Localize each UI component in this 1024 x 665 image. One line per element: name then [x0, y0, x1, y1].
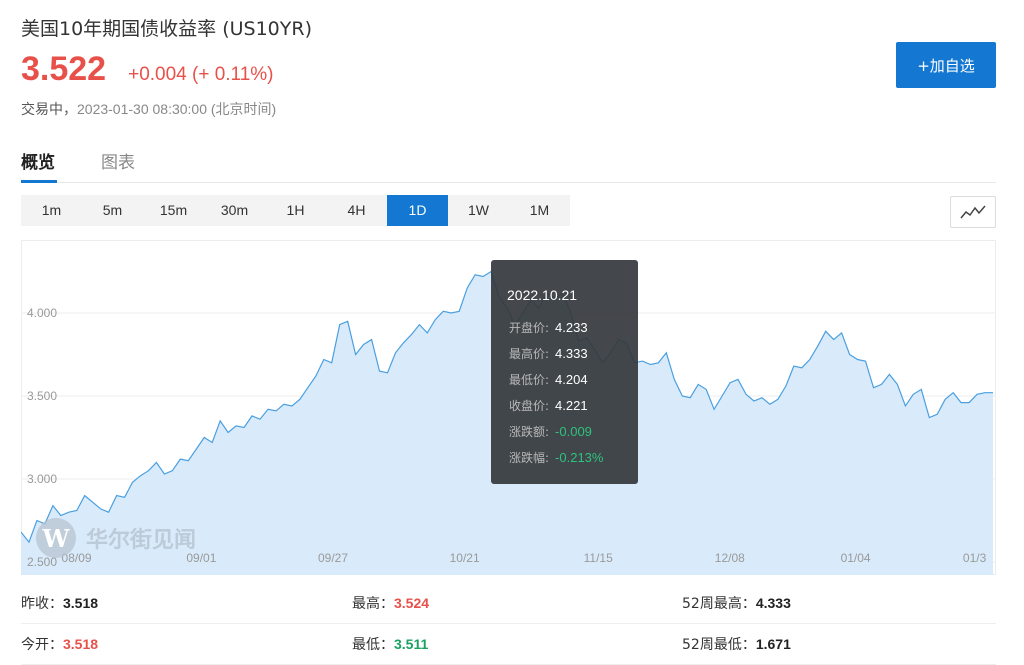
stat-value: 4.333 — [755, 595, 791, 611]
tooltip-label: 开盘价: — [509, 321, 550, 335]
stats-table: 昨收：3.518 最高：3.524 52周最高：4.333 今开：3.518 最… — [21, 583, 996, 665]
period-1m[interactable]: 1m — [21, 195, 82, 226]
x-tick-label: 11/15 — [584, 551, 613, 565]
tab-chart[interactable]: 图表 — [101, 148, 135, 173]
period-1mo[interactable]: 1M — [509, 195, 570, 226]
tooltip-label: 收盘价: — [509, 399, 550, 413]
tooltip-value: 4.221 — [555, 398, 588, 413]
stat-label: 最低： — [352, 637, 394, 653]
tab-bar: 概览 图表 — [21, 146, 996, 183]
tooltip-row-close: 收盘价: 4.221 — [509, 397, 588, 414]
active-tab-indicator — [21, 180, 57, 183]
status-label: 交易中， — [21, 102, 77, 118]
period-1d[interactable]: 1D — [387, 195, 448, 226]
stats-row: 昨收：3.518 最高：3.524 52周最高：4.333 — [21, 583, 996, 624]
stat-value: 3.511 — [394, 636, 429, 652]
price-change: +0.004 (+ 0.11%) — [128, 64, 274, 85]
status-time: 2023-01-30 08:30:00 (北京时间) — [77, 101, 277, 117]
tooltip-row-change: 涨跌额: -0.009 — [509, 423, 592, 440]
stat-value: 3.524 — [394, 595, 430, 611]
stat-low: 最低：3.511 — [352, 634, 428, 654]
chart-type-button[interactable] — [950, 196, 996, 228]
chart-tooltip: 2022.10.21 开盘价: 4.233 最高价: 4.333 最低价: 4.204… — [491, 260, 638, 484]
stat-open: 今开：3.518 — [21, 634, 98, 654]
page-title: 美国10年期国债收益率 (US10YR) — [21, 18, 312, 40]
tooltip-value: 4.233 — [555, 320, 588, 335]
x-tick-label: 10/21 — [450, 551, 480, 565]
period-1w[interactable]: 1W — [448, 195, 509, 226]
stat-label: 52周最低： — [682, 637, 756, 653]
tooltip-value: -0.213% — [555, 450, 604, 465]
watermark: W 华尔街见闻 — [34, 516, 196, 560]
stat-value: 1.671 — [755, 636, 791, 652]
stat-label: 最高： — [352, 596, 394, 612]
tooltip-date: 2022.10.21 — [507, 287, 578, 303]
tooltip-label: 涨跌幅: — [509, 451, 550, 465]
tooltip-value: 4.333 — [555, 346, 588, 361]
x-tick-label: 12/08 — [715, 551, 745, 565]
line-chart-icon — [960, 205, 986, 219]
svg-text:W: W — [42, 524, 71, 553]
y-tick-label: 4.000 — [27, 306, 57, 320]
period-5m[interactable]: 5m — [82, 195, 143, 226]
stat-label: 昨收： — [21, 596, 63, 612]
x-tick-label: 01/3 — [963, 551, 987, 565]
y-tick-label: 3.500 — [27, 389, 57, 403]
tooltip-label: 最高价: — [509, 347, 550, 361]
tab-overview[interactable]: 概览 — [21, 148, 55, 173]
period-30m[interactable]: 30m — [204, 195, 265, 226]
period-selector: 1m 5m 15m 30m 1H 4H 1D 1W 1M — [21, 195, 570, 226]
watermark-text: 华尔街见闻 — [86, 527, 197, 553]
stat-value: 3.518 — [63, 595, 99, 611]
stat-label: 52周最高： — [682, 596, 756, 612]
y-tick-label: 3.000 — [27, 472, 57, 486]
price-row: 3.522 +0.004 (+ 0.11%) — [21, 50, 274, 94]
stat-value: 3.518 — [63, 636, 99, 652]
period-4h[interactable]: 4H — [326, 195, 387, 226]
tooltip-row-change-pct: 涨跌幅: -0.213% — [509, 449, 603, 466]
x-tick-label: 01/04 — [841, 551, 871, 565]
stat-52w-low: 52周最低：1.671 — [682, 634, 791, 654]
stat-label: 今开： — [21, 637, 63, 653]
period-1h[interactable]: 1H — [265, 195, 326, 226]
tooltip-value: -0.009 — [555, 424, 592, 439]
tooltip-label: 涨跌额: — [509, 425, 550, 439]
add-to-watchlist-button[interactable]: +加自选 — [896, 42, 996, 88]
trading-status: 交易中，2023-01-30 08:30:00 (北京时间) — [21, 99, 276, 119]
period-15m[interactable]: 15m — [143, 195, 204, 226]
tooltip-label: 最低价: — [509, 373, 550, 387]
wallstreetcn-logo-icon: W — [36, 518, 76, 558]
tooltip-value: 4.204 — [555, 372, 588, 387]
stat-high: 最高：3.524 — [352, 593, 429, 613]
stats-row: 今开：3.518 最低：3.511 52周最低：1.671 — [21, 624, 996, 665]
current-price: 3.522 — [21, 50, 107, 88]
tooltip-row-open: 开盘价: 4.233 — [509, 319, 588, 336]
tooltip-row-high: 最高价: 4.333 — [509, 345, 588, 362]
x-tick-label: 09/27 — [318, 551, 348, 565]
tooltip-row-low: 最低价: 4.204 — [509, 371, 588, 388]
stat-prev-close: 昨收：3.518 — [21, 593, 98, 613]
stat-52w-high: 52周最高：4.333 — [682, 593, 791, 613]
